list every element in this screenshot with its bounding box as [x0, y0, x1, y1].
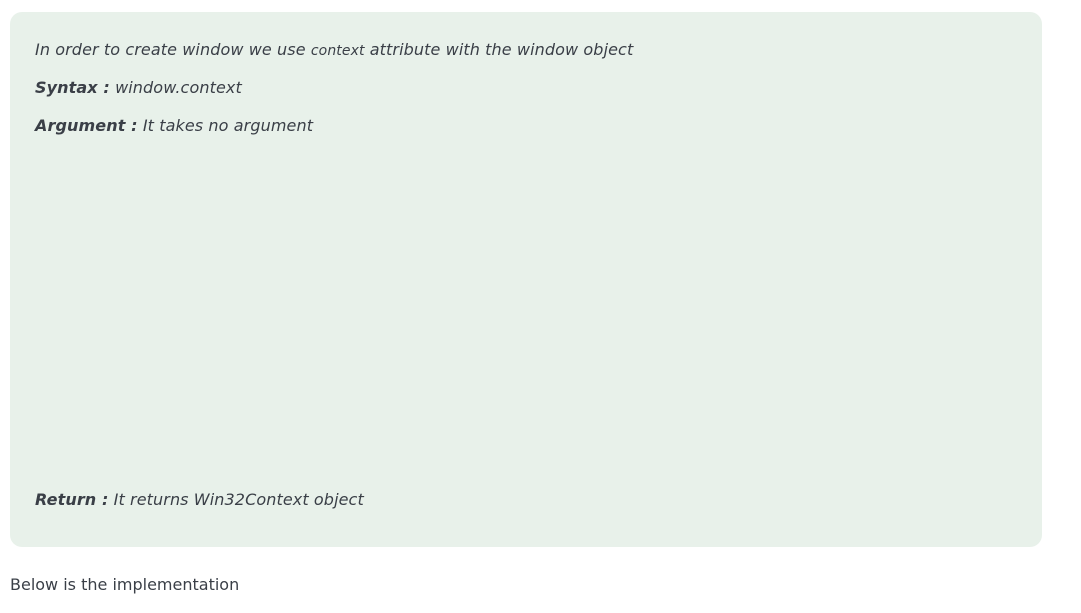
syntax-value: window.context [109, 78, 242, 97]
below-text: Below is the implementation [10, 575, 240, 594]
argument-line: Argument : It takes no argument [35, 116, 313, 136]
info-box: In order to create window we use context… [10, 12, 1042, 547]
return-value: It returns Win32Context object [108, 490, 364, 509]
syntax-line: Syntax : window.context [35, 78, 242, 98]
argument-label: Argument : [35, 116, 138, 135]
return-label: Return : [35, 490, 109, 509]
intro-text-after: attribute with the window object [364, 40, 634, 59]
intro-line: In order to create window we use context… [35, 40, 633, 61]
argument-value: It takes no argument [137, 116, 314, 135]
return-line: Return : It returns Win32Context object [35, 490, 364, 510]
intro-text: In order to create window we use [35, 40, 311, 59]
syntax-label: Syntax : [35, 78, 110, 97]
context-code: context [310, 43, 365, 59]
